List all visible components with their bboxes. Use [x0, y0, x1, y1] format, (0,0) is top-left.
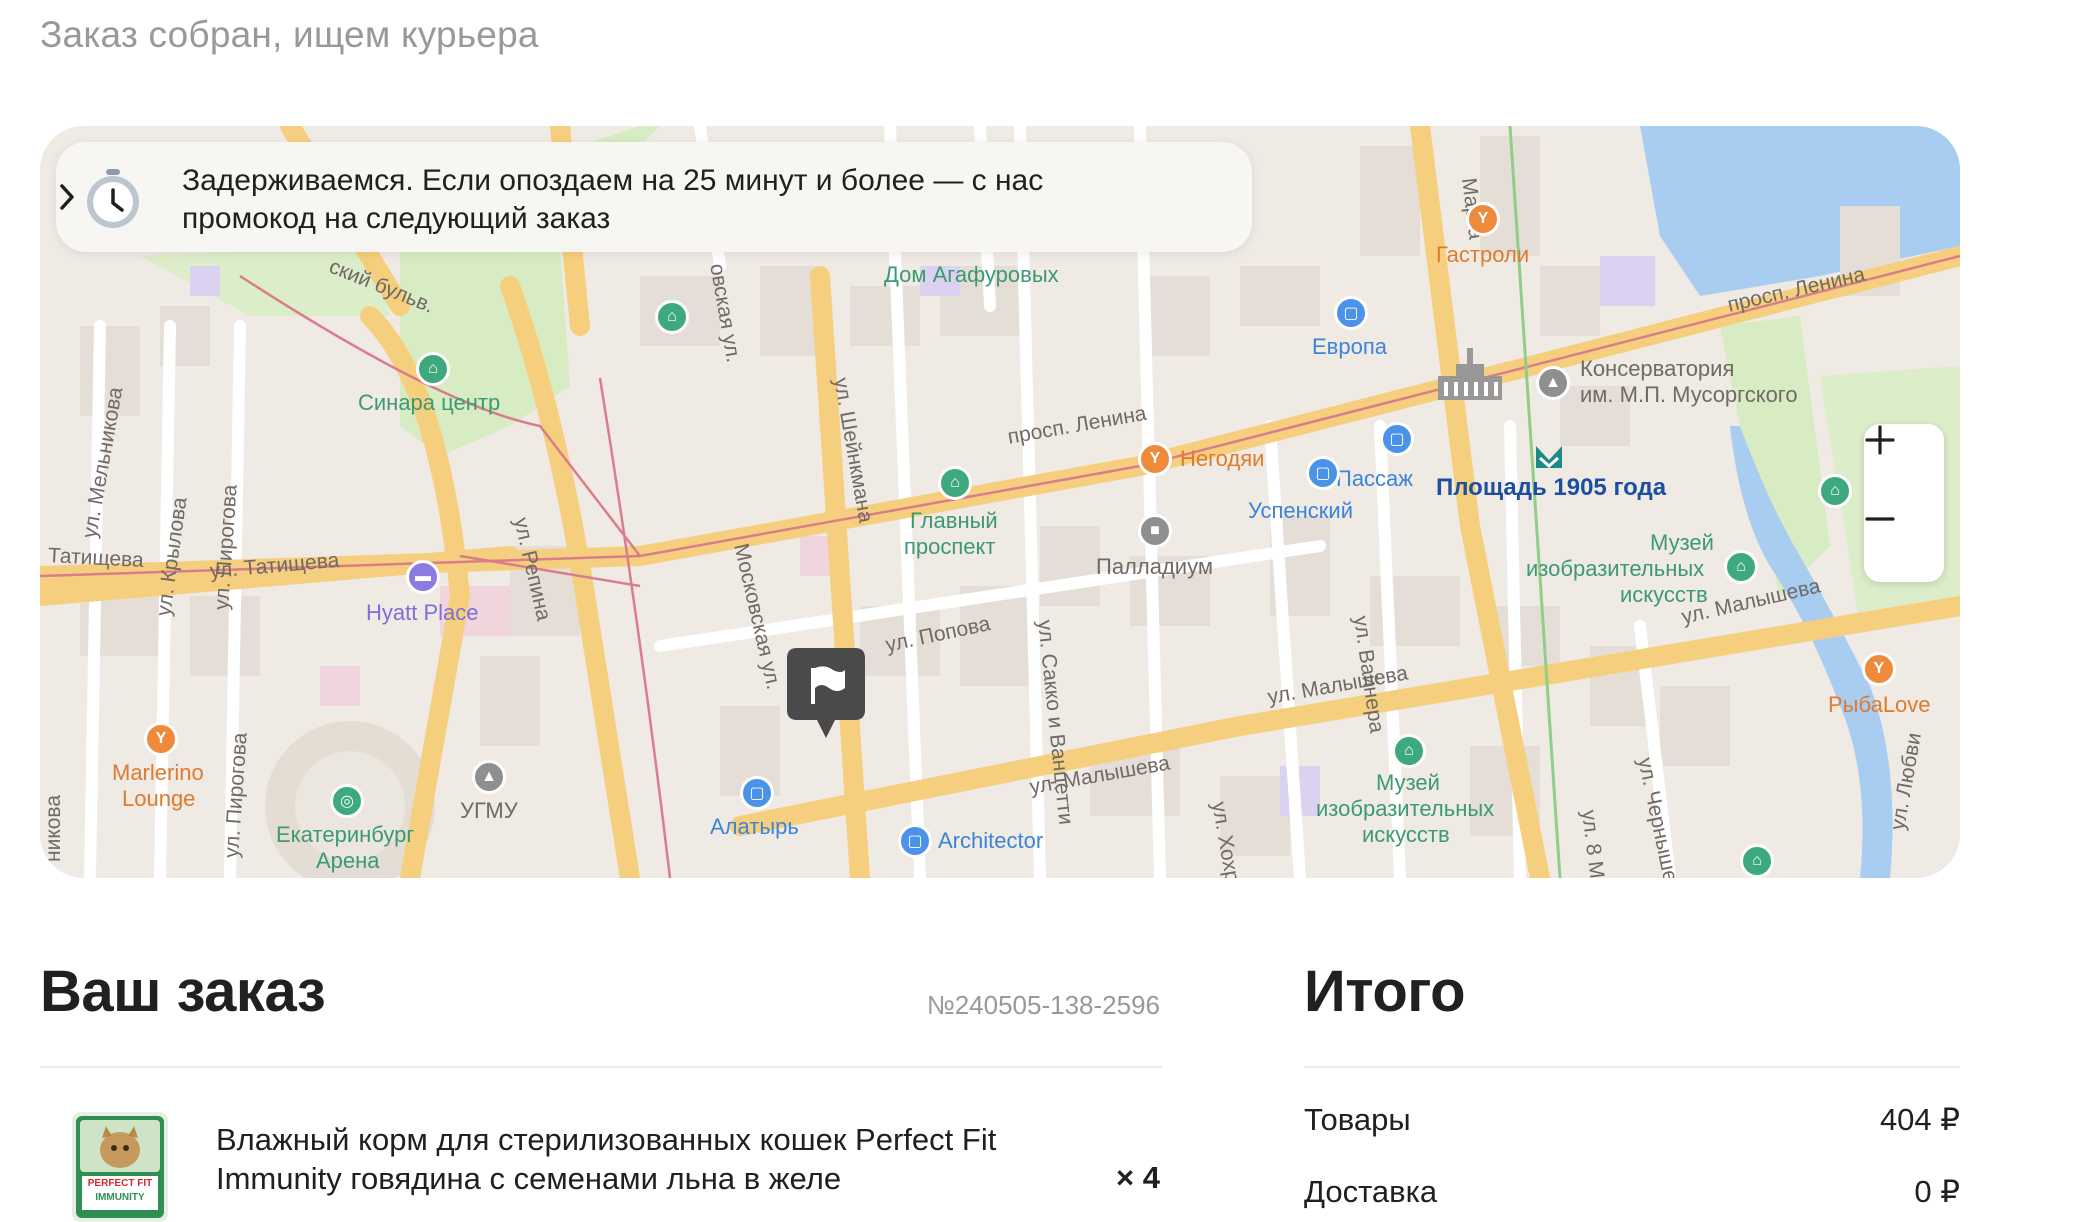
museum-icon[interactable]: ⌂ — [1392, 734, 1426, 768]
order-status-title: Заказ собран, ищем курьера — [40, 14, 539, 55]
poi-label[interactable]: УГМУ — [460, 798, 518, 823]
poi-label[interactable]: Успенский — [1248, 498, 1353, 523]
map-zoom-control — [1864, 424, 1944, 582]
order-number: №240505-138-2596 — [926, 990, 1160, 1020]
zoom-in-button[interactable] — [1864, 424, 1944, 503]
museum-icon[interactable]: ⌂ — [655, 300, 689, 334]
poi-label[interactable]: РыбаLove — [1828, 692, 1931, 717]
minus-icon — [1865, 517, 1895, 521]
poi-label[interactable]: Marlerino — [112, 760, 204, 785]
street-label: никова — [42, 794, 65, 862]
product-quantity: × 4 — [1116, 1160, 1160, 1195]
chevron-right-icon[interactable] — [56, 178, 80, 216]
poi-label[interactable]: Гастроли — [1436, 242, 1529, 267]
poi-label[interactable]: искусств — [1620, 582, 1708, 607]
poi-label[interactable]: Дом Агафуровых — [884, 262, 1059, 287]
delay-banner[interactable]: Задерживаемся. Если опоздаем на 25 минут… — [56, 142, 1252, 252]
summary-row-delivery: Доставка 0 ₽ — [1304, 1174, 1960, 1210]
poi-label[interactable]: Главный — [910, 508, 998, 533]
education-icon[interactable]: ▲ — [472, 760, 506, 794]
product-image[interactable]: PERFECT FIT IMMUNITY — [72, 1112, 168, 1222]
clock-icon — [87, 169, 139, 228]
product-brand-label: PERFECT FIT — [87, 1178, 153, 1189]
poi-label[interactable]: проспект — [904, 534, 995, 559]
poi-label[interactable]: изобразительных — [1526, 556, 1704, 581]
poi-label[interactable]: изобразительных — [1316, 796, 1494, 821]
restaurant-icon[interactable]: Y — [144, 722, 178, 756]
metro-icon[interactable] — [1534, 444, 1564, 470]
summary-row-goods: Товары 404 ₽ — [1304, 1102, 1960, 1138]
summary-label: Товары — [1304, 1102, 1411, 1137]
poi-label[interactable]: Екатеринбург — [276, 822, 414, 847]
poi-label[interactable]: Музей — [1650, 530, 1714, 555]
poi-label[interactable]: Architector — [938, 828, 1043, 853]
poi-label[interactable]: Площадь 1905 года — [1436, 474, 1666, 502]
museum-icon[interactable]: ⌂ — [1818, 474, 1852, 508]
museum-icon[interactable]: ⌂ — [1740, 844, 1774, 878]
poi-label[interactable]: Пассаж — [1336, 466, 1413, 491]
destination-pin[interactable] — [785, 646, 867, 742]
summary-value: 0 ₽ — [1914, 1174, 1960, 1209]
restaurant-icon[interactable]: Y — [1138, 442, 1172, 476]
street-label: Татищева — [47, 544, 145, 572]
poi-label[interactable]: Синара центр — [358, 390, 500, 415]
product-brand-label: IMMUNITY — [95, 1192, 145, 1203]
poi-label[interactable]: искусств — [1362, 822, 1450, 847]
poi-label[interactable]: Музей — [1376, 770, 1440, 795]
order-heading: Ваш заказ — [40, 959, 326, 1024]
restaurant-icon[interactable]: Y — [1862, 652, 1896, 686]
hotel-icon[interactable]: ▬ — [406, 560, 440, 594]
poi-label[interactable]: Алатырь — [710, 814, 799, 839]
summary-heading: Итого — [1304, 959, 1466, 1024]
summary-value: 404 ₽ — [1879, 1102, 1960, 1137]
museum-icon[interactable]: ⌂ — [416, 352, 450, 386]
poi-label[interactable]: Консерватория — [1580, 356, 1734, 381]
restaurant-icon[interactable]: Y — [1466, 202, 1500, 236]
delivery-map[interactable]: ский бульв. ул. Мельникова ул. Крылова у… — [40, 126, 1960, 878]
poi-label[interactable]: Lounge — [122, 786, 195, 811]
poi-label[interactable]: им. М.П. Мусоргского — [1580, 382, 1798, 407]
education-icon[interactable]: ▲ — [1536, 366, 1570, 400]
landmark-icon[interactable] — [1434, 344, 1506, 404]
museum-icon[interactable]: ⌂ — [1724, 550, 1758, 584]
business-center-icon[interactable]: ■ — [1138, 514, 1172, 548]
delay-banner-text: Задерживаемся. Если опоздаем на 25 минут… — [182, 164, 1044, 235]
stadium-icon[interactable]: ◎ — [330, 784, 364, 818]
flag-icon — [787, 648, 865, 738]
zoom-out-button[interactable] — [1864, 503, 1944, 582]
shopping-icon[interactable]: ▢ — [1306, 456, 1340, 490]
order-divider — [40, 1066, 1162, 1068]
plus-icon — [1865, 425, 1895, 455]
poi-label[interactable]: Арена — [316, 848, 380, 873]
shopping-icon[interactable]: ▢ — [1334, 296, 1368, 330]
poi-label[interactable]: Hyatt Place — [366, 600, 479, 625]
shopping-icon[interactable]: ▢ — [1380, 422, 1414, 456]
shopping-icon[interactable]: ▢ — [898, 824, 932, 858]
poi-label[interactable]: Негодяи — [1180, 446, 1264, 471]
museum-icon[interactable]: ⌂ — [938, 466, 972, 500]
shopping-icon[interactable]: ▢ — [740, 776, 774, 810]
summary-divider — [1304, 1066, 1960, 1068]
poi-label[interactable]: Европа — [1312, 334, 1387, 359]
poi-label[interactable]: Палладиум — [1096, 554, 1213, 579]
product-name[interactable]: Влажный корм для стерилизованных кошек P… — [216, 1120, 1096, 1198]
